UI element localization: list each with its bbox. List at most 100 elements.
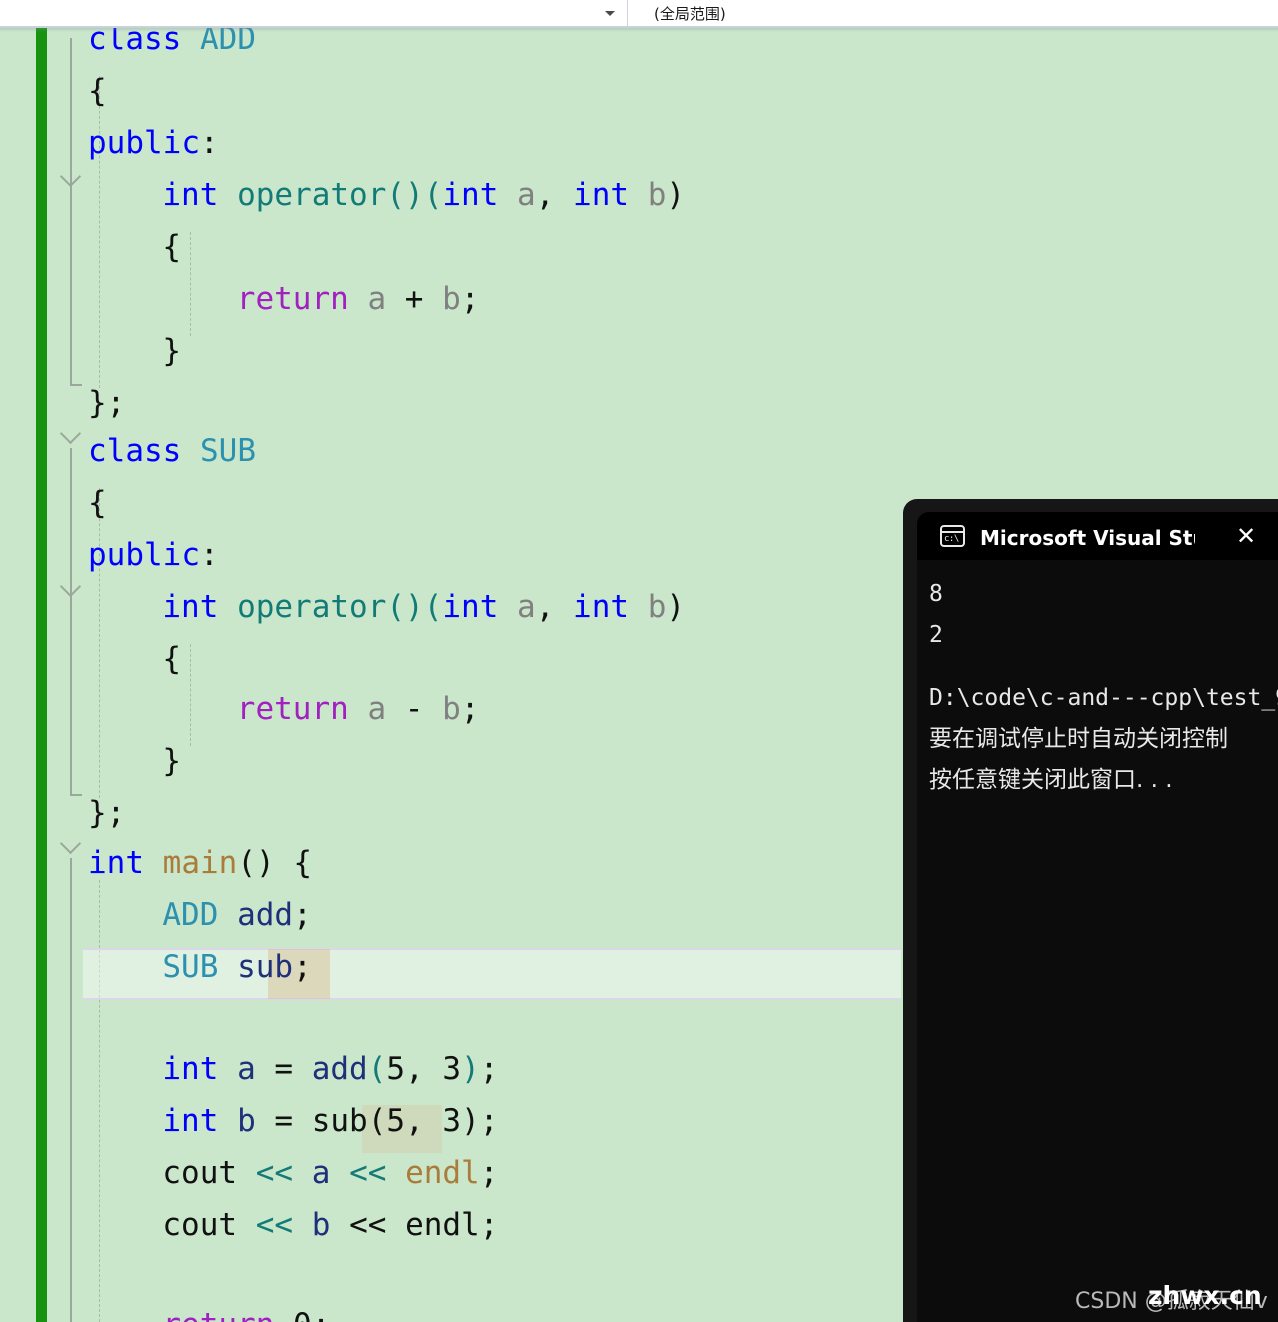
code-line[interactable]: class ADD: [88, 28, 256, 55]
code-line[interactable]: SUB sub;: [162, 952, 311, 983]
code-token: {: [88, 485, 107, 521]
code-token: public: [88, 125, 200, 161]
code-token: b: [647, 177, 667, 213]
console-title-bar[interactable]: c:\ Microsoft Visual Studio 调试控 ✕: [917, 512, 1278, 560]
code-line[interactable]: return a + b;: [237, 284, 480, 315]
console-output-line: 8: [929, 581, 943, 607]
code-token: {: [88, 73, 107, 109]
code-token: ,: [405, 1051, 443, 1087]
editor-navigation-bar: (全局范围): [0, 0, 1278, 26]
code-token: ;: [312, 1307, 331, 1322]
code-line[interactable]: }: [162, 746, 181, 777]
code-token: :: [199, 537, 219, 573]
console-output-line: 要在调试停止时自动关闭控制: [929, 726, 1228, 752]
code-token: 5: [386, 1103, 406, 1139]
code-line[interactable]: {: [88, 488, 107, 519]
code-token: sub: [237, 949, 294, 985]
code-token: int: [88, 845, 144, 881]
code-line[interactable]: {: [162, 644, 181, 675]
code-line[interactable]: return a - b;: [237, 694, 480, 725]
code-token: a: [517, 177, 536, 213]
code-token: main: [162, 845, 238, 881]
code-token: operator: [237, 589, 387, 625]
code-line[interactable]: cout << b << endl;: [162, 1210, 498, 1241]
console-title: Microsoft Visual Studio 调试控: [980, 525, 1195, 550]
code-line[interactable]: int operator()(int a, int b): [162, 592, 685, 623]
code-token: int: [162, 1103, 219, 1139]
code-token: () {: [237, 845, 312, 881]
code-token: int: [573, 589, 630, 625]
code-line[interactable]: int main() {: [88, 848, 312, 879]
code-line[interactable]: cout << a << endl;: [162, 1158, 498, 1189]
debug-console-window[interactable]: c:\ Microsoft Visual Studio 调试控 ✕ 8 2 D:\c…: [903, 499, 1278, 1322]
code-token: ): [666, 589, 686, 625]
code-token: <<: [349, 1207, 387, 1243]
code-line[interactable]: {: [88, 76, 107, 107]
code-token: b: [311, 1207, 331, 1243]
code-token: b: [647, 589, 667, 625]
code-token: a: [311, 1155, 331, 1191]
code-token: add: [311, 1051, 368, 1087]
code-token: a: [367, 281, 387, 317]
code-token: sub: [311, 1103, 368, 1139]
console-output-line: 按任意键关闭此窗口. . .: [929, 767, 1173, 793]
code-token: a: [517, 589, 536, 625]
code-line[interactable]: };: [88, 388, 125, 419]
code-token: ;: [293, 897, 312, 933]
code-token: class: [88, 28, 182, 57]
code-token: ): [461, 1051, 480, 1087]
code-line[interactable]: int b = sub(5, 3);: [162, 1106, 498, 1137]
code-line[interactable]: int operator()(int a, int b): [162, 180, 685, 211]
site-watermark: zhwx.cn: [1148, 1281, 1262, 1310]
code-token: return: [236, 691, 349, 727]
code-line[interactable]: }: [162, 336, 181, 367]
code-line[interactable]: class SUB: [88, 436, 256, 467]
code-line[interactable]: return 0;: [162, 1310, 330, 1322]
code-token: 3: [442, 1103, 462, 1139]
console-output-line: 2: [929, 622, 943, 648]
code-token: endl: [405, 1207, 480, 1243]
close-icon[interactable]: ✕: [1232, 522, 1260, 550]
code-token: ): [666, 177, 686, 213]
code-token: int: [573, 177, 630, 213]
code-line[interactable]: int a = add(5, 3);: [162, 1054, 498, 1085]
code-token: b: [237, 1103, 256, 1139]
scope-dropdown[interactable]: (全局范围): [628, 0, 1278, 26]
code-token: ;: [479, 1155, 499, 1191]
code-token: endl: [405, 1155, 480, 1191]
code-token: int: [442, 177, 499, 213]
code-line[interactable]: };: [88, 798, 125, 829]
code-line[interactable]: ADD add;: [162, 900, 311, 931]
code-token: a: [367, 691, 387, 727]
code-token: }: [162, 333, 182, 369]
code-token: 5: [386, 1051, 406, 1087]
console-output[interactable]: 8 2 D:\code\c-and---cpp\test_9 要在调试停止时自动关闭控…: [917, 560, 1278, 1322]
code-line[interactable]: public:: [88, 540, 219, 571]
code-token: a: [237, 1051, 256, 1087]
member-dropdown[interactable]: [0, 0, 628, 26]
code-line[interactable]: {: [162, 232, 181, 263]
code-token: operator: [237, 177, 387, 213]
code-token: <<: [255, 1207, 294, 1243]
code-line[interactable]: public:: [88, 128, 219, 159]
code-token: =: [255, 1103, 312, 1139]
code-token: };: [88, 385, 126, 421]
code-token: ;: [479, 1207, 499, 1243]
code-token: ,: [535, 589, 574, 625]
code-token: return: [236, 281, 349, 317]
code-token: -: [386, 691, 443, 727]
code-token: SUB: [162, 949, 219, 985]
code-token: return: [162, 1307, 274, 1322]
code-token: ADD: [200, 28, 256, 57]
